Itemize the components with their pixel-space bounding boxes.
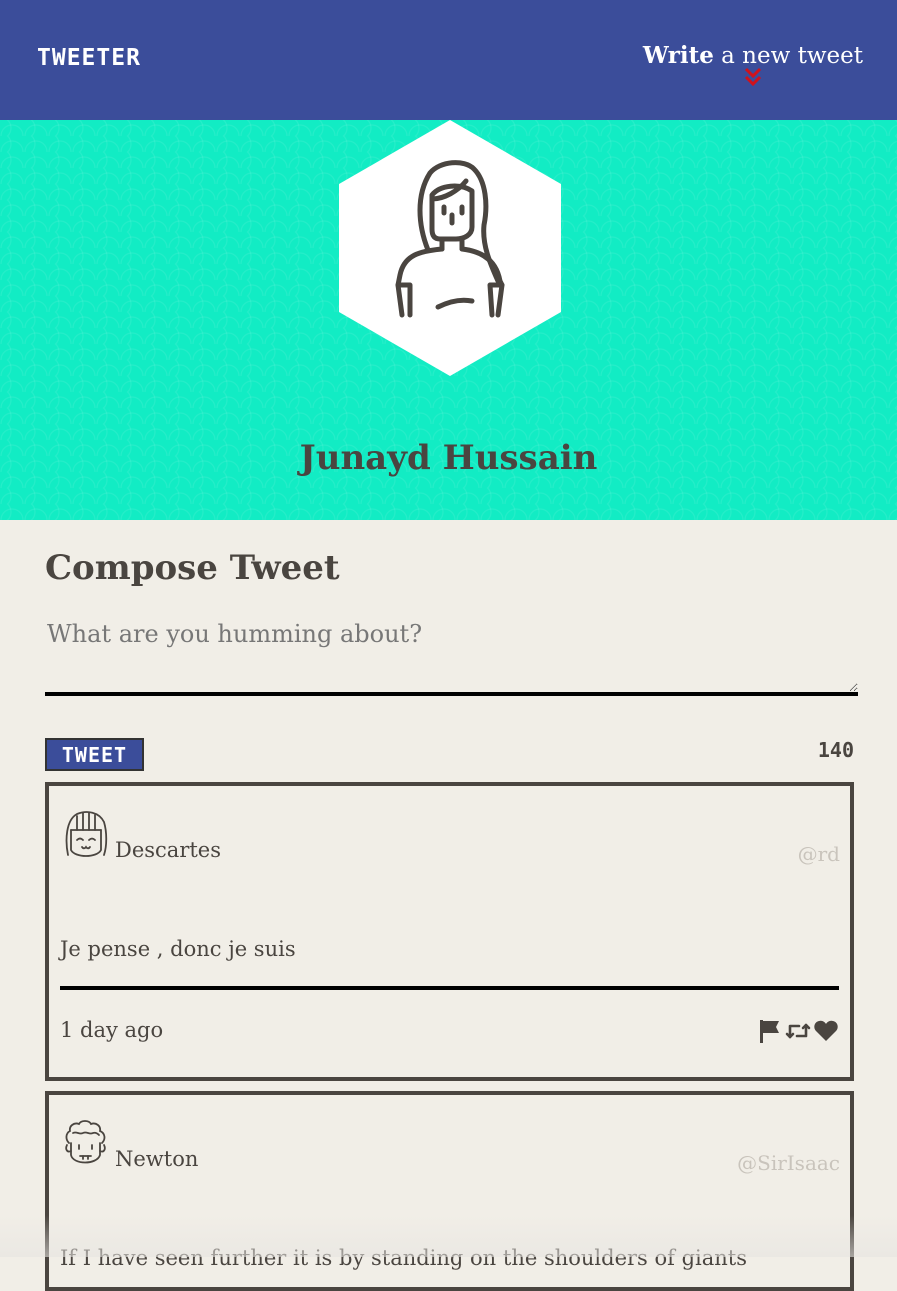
tweet-card: Descartes @rd Je pense , donc je suis 1 … bbox=[45, 782, 854, 1081]
tweet-author-handle[interactable]: @rd bbox=[798, 842, 840, 866]
tweet-text: Je pense , donc je suis bbox=[60, 937, 296, 961]
compose-title: Compose Tweet bbox=[45, 548, 340, 588]
retweet-icon[interactable] bbox=[785, 1018, 811, 1044]
character-counter: 140 bbox=[817, 738, 854, 762]
tweet-author-name[interactable]: Newton bbox=[115, 1147, 198, 1171]
profile-name: Junayd Hussain bbox=[299, 438, 598, 478]
write-link-bold: Write bbox=[642, 42, 714, 69]
girl-face-avatar-icon bbox=[65, 811, 108, 857]
top-nav: TWEETER Write a new tweet bbox=[0, 0, 897, 120]
double-chevron-down-icon bbox=[744, 67, 762, 87]
tweet-timestamp: 1 day ago bbox=[60, 1018, 164, 1042]
tweet-author-handle[interactable]: @SirIsaac bbox=[737, 1151, 840, 1175]
write-new-tweet-link[interactable]: Write a new tweet bbox=[643, 42, 863, 87]
tweet-actions bbox=[757, 1018, 839, 1044]
flag-icon[interactable] bbox=[757, 1018, 783, 1044]
tweet-divider bbox=[60, 986, 839, 990]
profile-header: Junayd Hussain bbox=[0, 120, 897, 520]
curly-hair-face-avatar-icon bbox=[65, 1120, 106, 1164]
heart-icon[interactable] bbox=[813, 1018, 839, 1044]
tweet-card: Newton @SirIsaac If I have seen further … bbox=[45, 1091, 854, 1291]
tweet-input[interactable] bbox=[45, 620, 858, 696]
tweet-button[interactable]: TWEET bbox=[45, 738, 144, 771]
tweet-author-name[interactable]: Descartes bbox=[115, 838, 221, 862]
woman-avatar-icon bbox=[395, 160, 505, 318]
tweet-text: If I have seen further it is by standing… bbox=[60, 1246, 748, 1270]
write-link-rest: a new tweet bbox=[713, 43, 863, 69]
brand-logo[interactable]: TWEETER bbox=[37, 45, 141, 71]
